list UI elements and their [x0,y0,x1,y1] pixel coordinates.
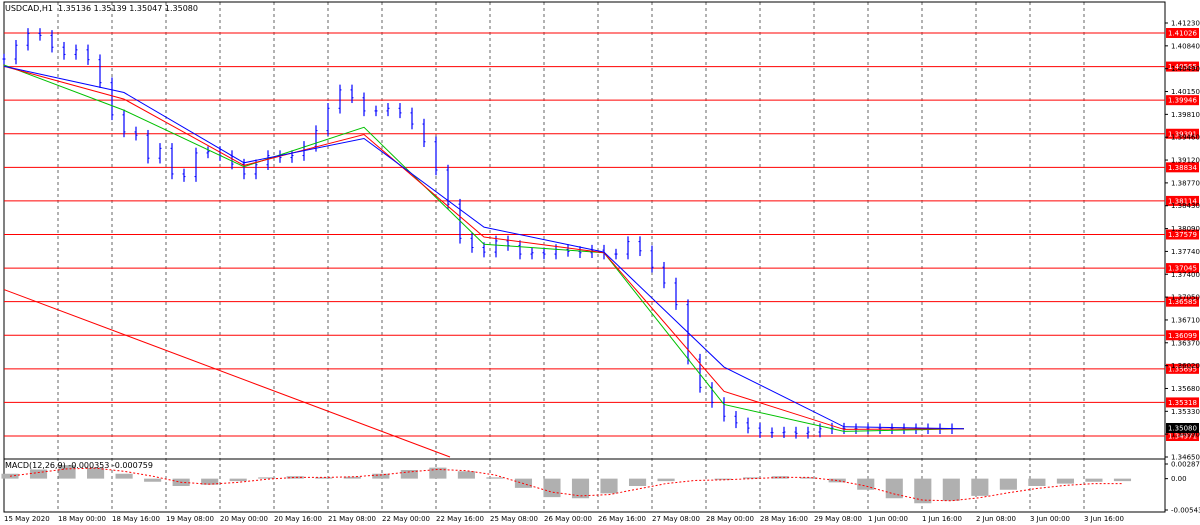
price-tick-label: 1.37050 [1171,294,1200,302]
time-label: 1 Jun 16:00 [922,515,962,523]
price-tick-label: 1.37740 [1171,248,1200,256]
time-label: 2 Jun 08:00 [976,515,1016,523]
time-label: 18 May 16:00 [112,515,160,523]
price-tick-label: 1.38090 [1171,225,1200,233]
price-tick-label: 1.38770 [1171,179,1200,187]
price-tick-label: 1.40150 [1171,88,1200,96]
time-label: 1 Jun 00:00 [868,515,908,523]
time-label: 20 May 16:00 [274,515,322,523]
price-tick-label: 1.37400 [1171,271,1200,279]
price-tick-label: 1.39120 [1171,157,1200,165]
time-label: 25 May 08:00 [490,515,538,523]
price-tick-label: 1.36370 [1171,339,1200,347]
time-label: 3 Jun 00:00 [1030,515,1070,523]
price-tick-label: 1.35680 [1171,385,1200,393]
time-label: 20 May 00:00 [220,515,268,523]
level-label: 1.41026 [1168,30,1197,38]
price-tick-label: 1.38430 [1171,202,1200,210]
price-tick-label: 1.39810 [1171,111,1200,119]
header-ohlc: 1.35136 1.35139 1.35047 1.35080 [58,4,198,13]
price-tick-label: 1.36710 [1171,316,1200,324]
time-label: 22 May 16:00 [436,515,484,523]
time-label: 3 Jun 16:00 [1084,515,1124,523]
time-label: 27 May 08:00 [652,515,700,523]
level-label: 1.35318 [1168,399,1197,407]
time-label: 28 May 00:00 [706,515,754,523]
time-label: 18 May 00:00 [58,515,106,523]
time-label: 21 May 08:00 [328,515,376,523]
chart-window[interactable]: 1.41026 1.40565 1.39946 1.39391 1.38834 1.381… [0,0,1200,525]
price-tick-label: 1.39460 [1171,134,1200,142]
price-tick-label: 1.36020 [1171,362,1200,370]
level-label: 1.39946 [1168,97,1197,105]
price-tick-label: 1.41230 [1171,20,1200,28]
level-label: 1.38834 [1168,164,1197,172]
time-label: 26 May 00:00 [544,515,592,523]
price-tick-label: 1.40840 [1171,42,1200,50]
price-chart[interactable]: 1.410261.405651.399461.393911.388341.381… [0,0,1200,525]
header-symbol: USDCAD,H1 [5,4,53,13]
time-label: 26 May 16:00 [598,515,646,523]
time-label: 28 May 16:00 [760,515,808,523]
macd-tick-label: 0.00 [1171,475,1187,483]
macd-label: MACD(12,26,9) -0.000353 -0.000759 [5,461,153,470]
time-label: 22 May 00:00 [382,515,430,523]
price-tick-label: 1.40490 [1171,65,1200,73]
time-label: 19 May 08:00 [166,515,214,523]
time-label: 15 May 2020 [4,515,50,523]
price-tick-label: 1.35330 [1171,408,1200,416]
macd-tick-label: -0.005433 [1171,507,1200,515]
current-price-label: 1.35080 [1168,425,1197,433]
macd-tick-label: 0.002876 [1171,461,1200,469]
time-label: 29 May 08:00 [814,515,862,523]
